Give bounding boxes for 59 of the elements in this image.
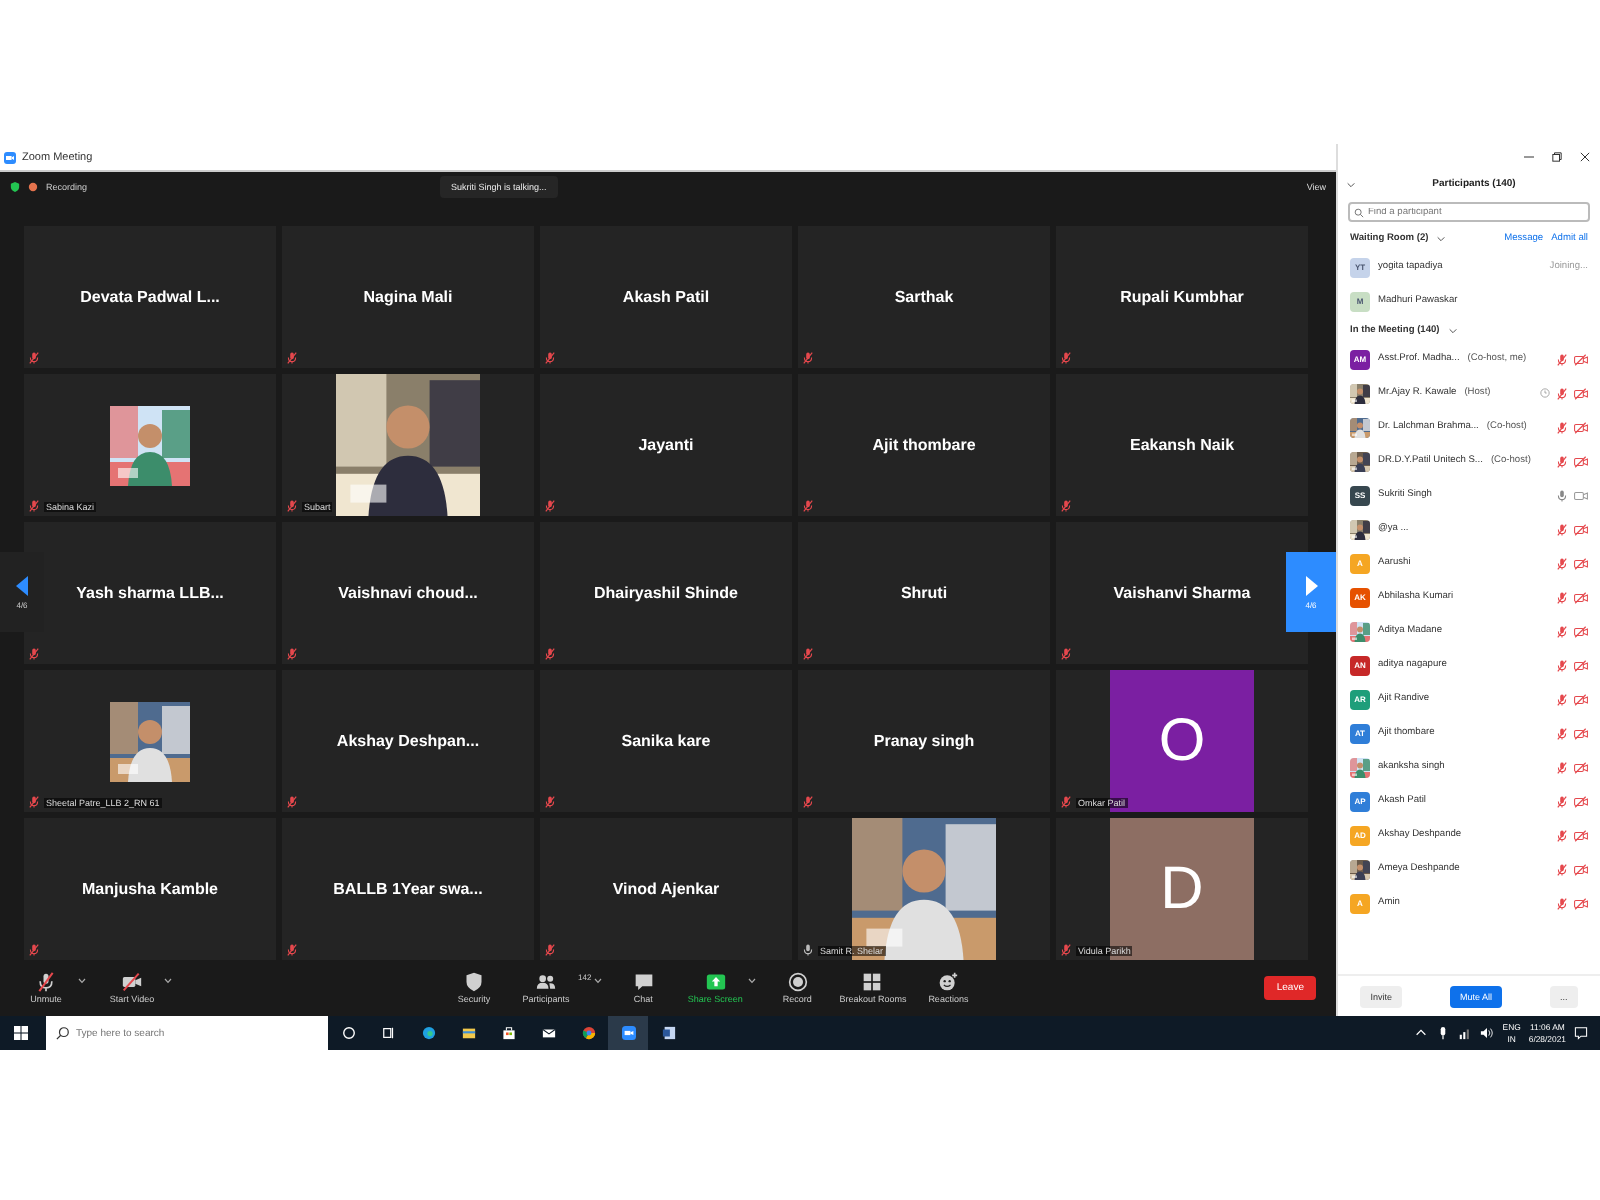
mic-icon[interactable] <box>1436 1026 1451 1040</box>
next-page-icon[interactable] <box>1304 575 1318 595</box>
shield-icon[interactable] <box>10 182 20 192</box>
record-icon <box>28 182 38 192</box>
grid-icon <box>862 972 883 992</box>
mail-icon[interactable] <box>541 1026 555 1040</box>
folder-icon[interactable] <box>461 1026 475 1040</box>
record-icon <box>787 972 808 992</box>
participant-name: Vaishnavi choud... <box>338 584 478 602</box>
participant-name: Sarthak <box>894 288 954 306</box>
caret-icon[interactable] <box>593 978 602 984</box>
participant-name: Eakansh Naik <box>1129 436 1235 454</box>
participant-name: BALLB 1Year swa... <box>333 880 483 898</box>
task-view-icon[interactable] <box>381 1026 395 1040</box>
close-icon[interactable] <box>1580 152 1590 162</box>
muted-mic-icon <box>36 972 56 992</box>
participant-name: Devata Padwal L... <box>80 288 220 306</box>
participant-name: Ajit thombare <box>872 436 976 454</box>
participant-name: Manjusha Kamble <box>81 880 218 898</box>
search-icon <box>1354 207 1364 217</box>
browser-icon[interactable] <box>421 1026 435 1040</box>
participant-name: Sanika kare <box>621 732 711 750</box>
document-icon[interactable] <box>661 1026 675 1040</box>
network-icon[interactable] <box>1458 1026 1473 1040</box>
chevron-down-icon[interactable] <box>1447 325 1458 335</box>
shield-icon <box>464 972 484 992</box>
smiley-icon <box>938 972 959 992</box>
circle-icon[interactable] <box>341 1026 355 1040</box>
previous-page-icon[interactable] <box>15 575 29 595</box>
windows-logo-icon[interactable] <box>13 1026 27 1040</box>
video-off-icon <box>122 972 142 992</box>
video-camera-icon[interactable] <box>621 1026 635 1040</box>
chevron-down-icon[interactable] <box>1346 179 1356 189</box>
participant-name: Dhairyashil Shinde <box>593 584 739 602</box>
participant-name: Vaishanvi Sharma <box>1113 584 1251 602</box>
notification-icon[interactable] <box>1574 1026 1588 1040</box>
chat-icon <box>633 972 654 992</box>
participant-name: Shruti <box>900 584 948 602</box>
participant-name: Jayanti <box>638 436 694 454</box>
caret-icon[interactable] <box>747 978 756 984</box>
caret-icon[interactable] <box>78 978 86 984</box>
participant-name: Pranay singh <box>873 732 975 750</box>
search-icon <box>56 1026 70 1040</box>
restore-icon[interactable] <box>1552 152 1562 162</box>
participant-name: Yash sharma LLB... <box>76 584 224 602</box>
participant-name: Rupali Kumbhar <box>1120 288 1244 306</box>
speaker-icon[interactable] <box>1480 1026 1495 1040</box>
chevron-up-icon[interactable] <box>1414 1026 1429 1040</box>
participant-name: Akshay Deshpan... <box>336 732 480 750</box>
caret-icon[interactable] <box>164 978 172 984</box>
chevron-down-icon[interactable] <box>1436 233 1447 243</box>
shopping-bag-icon[interactable] <box>501 1026 515 1040</box>
share-screen-icon <box>705 972 726 992</box>
people-icon <box>536 972 556 992</box>
participant-name: Nagina Mali <box>363 288 453 306</box>
browser-icon[interactable] <box>581 1026 595 1040</box>
participant-name: Vinod Ajenkar <box>612 880 720 898</box>
participant-name: Akash Patil <box>622 288 710 306</box>
minimize-icon[interactable] <box>1524 152 1534 162</box>
